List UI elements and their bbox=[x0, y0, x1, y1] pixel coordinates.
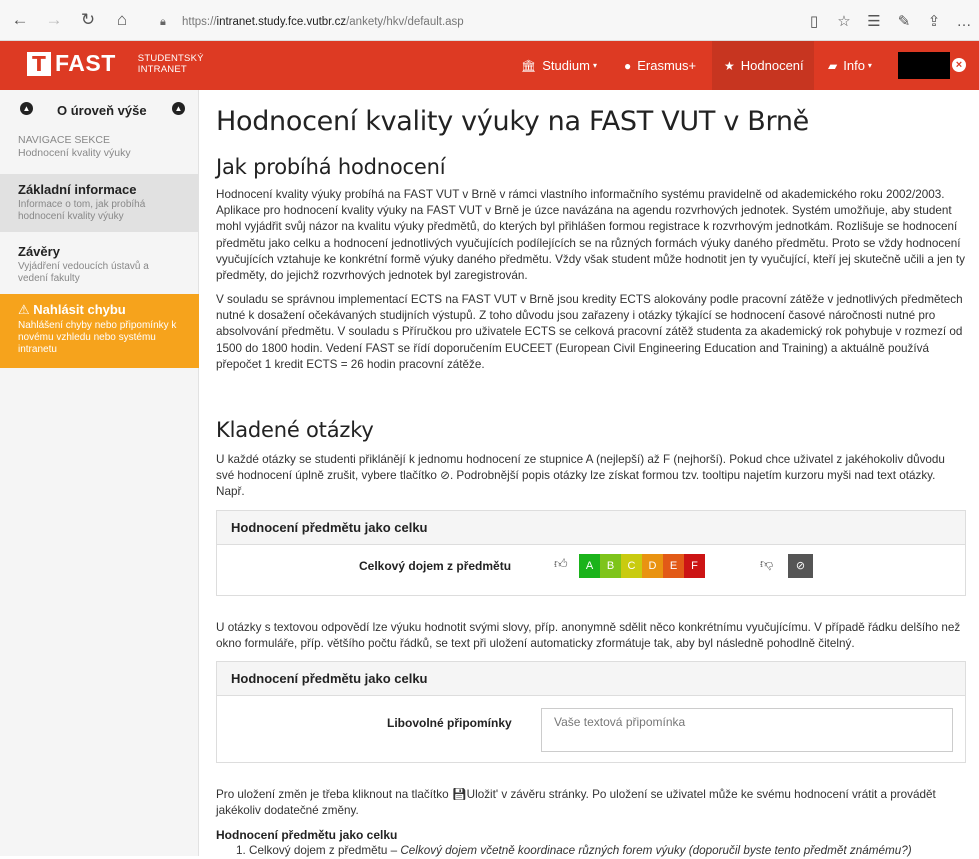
grade-f-button[interactable]: F bbox=[684, 554, 705, 578]
paragraph-intro: Hodnocení kvality výuky probíhá na FAST … bbox=[216, 188, 966, 283]
section-heading-questions: Kladené otázky bbox=[216, 418, 374, 442]
forward-icon[interactable]: → bbox=[40, 6, 68, 34]
star-icon: ★ bbox=[724, 58, 735, 73]
cancel-icon: ⊘ bbox=[440, 469, 450, 483]
example-panel-remark: Hodnocení předmětu jako celku Libovolné … bbox=[216, 661, 966, 763]
section-heading-process: Jak probíhá hodnocení bbox=[216, 155, 446, 179]
question-list-heading: Hodnocení předmětu jako celku bbox=[216, 828, 398, 842]
app-navbar: T FAST STUDENTSKÝ INTRANET 🏛︎ Studium ▾ ● … bbox=[0, 41, 979, 90]
globe-icon: ● bbox=[624, 58, 632, 73]
paragraph-ects: V souladu se správnou implementací ECTS … bbox=[216, 293, 963, 371]
url-prefix: https:// bbox=[182, 16, 217, 28]
more-icon[interactable]: … bbox=[949, 13, 979, 30]
panel-heading: Hodnocení předmětu jako celku bbox=[217, 511, 965, 545]
pen-icon[interactable]: ✎ bbox=[889, 12, 919, 30]
grade-e-button[interactable]: E bbox=[663, 554, 684, 578]
grade-c-button[interactable]: C bbox=[621, 554, 642, 578]
share-icon[interactable]: ⇪ bbox=[919, 12, 949, 30]
sidebar-section-title: NAVIGACE SEKCE Hodnocení kvality výuky bbox=[18, 134, 131, 159]
paragraph-scale: U každé otázky se studenti přiklánějí k … bbox=[216, 453, 945, 499]
page-title: Hodnocení kvality výuky na FAST VUT v Br… bbox=[216, 106, 809, 137]
question-list-item: 1. Celkový dojem z předmětu – Celkový do… bbox=[236, 844, 912, 857]
building-icon: 🏛︎ bbox=[521, 58, 537, 73]
sidebar-item-title: ⚠︎ Nahlásit chybu bbox=[18, 302, 126, 317]
logo-t-icon: T bbox=[27, 51, 51, 76]
thumbs-down-icon: 👎︎ bbox=[760, 556, 774, 571]
save-icon: 💾︎ bbox=[451, 788, 467, 801]
favorite-star-icon[interactable]: ☆ bbox=[829, 12, 859, 30]
url-host: intranet.study.fce.vutbr.cz bbox=[216, 16, 347, 28]
reading-view-icon[interactable]: ▯ bbox=[799, 12, 829, 30]
panel-heading: Hodnocení předmětu jako celku bbox=[217, 662, 965, 696]
nav-info[interactable]: ▰ Info ▾ bbox=[828, 41, 872, 90]
address-bar[interactable]: 🔒︎ https://intranet.study.fce.vutbr.cz/a… bbox=[160, 11, 760, 33]
question-label: Libovolné připomínky bbox=[387, 716, 512, 730]
back-icon[interactable]: ← bbox=[6, 6, 34, 34]
grade-buttons: A B C D E F bbox=[579, 554, 705, 578]
warning-icon: ⚠︎ bbox=[18, 302, 30, 317]
sidebar-item-desc: Nahlášení chyby nebo připomínky k novému… bbox=[18, 320, 177, 355]
sidebar-item-zakladni-informace[interactable]: Základní informace Informace o tom, jak … bbox=[0, 174, 199, 232]
nav-hodnoceni[interactable]: ★ Hodnocení bbox=[712, 41, 814, 90]
grade-d-button[interactable]: D bbox=[642, 554, 663, 578]
sidebar-up-label: O úroveň výše bbox=[57, 103, 147, 118]
thumbs-up-icon: 👍︎ bbox=[554, 556, 568, 571]
lock-icon: 🔒︎ bbox=[160, 15, 166, 28]
remark-textarea[interactable]: Vaše textová připomínka bbox=[541, 708, 953, 752]
sidebar-up-link[interactable]: ▲ O úroveň výše ▲ bbox=[0, 90, 199, 132]
sidebar-item-desc: Vyjádření vedoucích ústavů a vedení faku… bbox=[18, 261, 149, 284]
arrow-up-icon-right: ▲ bbox=[172, 102, 185, 115]
sidebar-item-title: Základní informace bbox=[18, 182, 137, 197]
book-icon: ▰ bbox=[828, 58, 838, 73]
grade-b-button[interactable]: B bbox=[600, 554, 621, 578]
logo-text: FAST bbox=[55, 50, 116, 76]
refresh-icon[interactable]: ↻ bbox=[74, 6, 102, 34]
home-icon[interactable]: ⌂ bbox=[108, 6, 136, 34]
question-label: Celkový dojem z předmětu bbox=[359, 559, 512, 573]
paragraph-text-answer: U otázky s textovou odpovědí lze výuku h… bbox=[216, 621, 961, 651]
nav-erasmus[interactable]: ● Erasmus+ bbox=[624, 41, 696, 90]
fast-logo[interactable]: T FAST STUDENTSKÝ INTRANET bbox=[27, 50, 204, 77]
url-path: /ankety/hkv/default.asp bbox=[346, 16, 464, 28]
arrow-up-icon: ▲ bbox=[20, 102, 33, 115]
nav-studium[interactable]: 🏛︎ Studium ▾ bbox=[521, 41, 597, 90]
grade-a-button[interactable]: A bbox=[579, 554, 600, 578]
sidebar-item-desc: Informace o tom, jak probíhá hodnocení k… bbox=[18, 199, 146, 222]
user-avatar[interactable] bbox=[898, 52, 950, 79]
sidebar-item-zavery[interactable]: Závěry Vyjádření vedoucích ústavů a vede… bbox=[0, 236, 199, 292]
favorites-list-icon[interactable]: ☰ bbox=[859, 12, 889, 30]
paragraph-save: Pro uložení změn je třeba kliknout na tl… bbox=[216, 788, 936, 818]
example-panel-grade: Hodnocení předmětu jako celku Celkový do… bbox=[216, 510, 966, 596]
sidebar: ▲ O úroveň výše ▲ NAVIGACE SEKCE Hodnoce… bbox=[0, 90, 199, 856]
logo-subtitle: STUDENTSKÝ INTRANET bbox=[137, 52, 204, 75]
clear-grade-button[interactable]: ⊘ bbox=[788, 554, 813, 578]
sidebar-item-title: Závěry bbox=[18, 244, 60, 259]
browser-toolbar: ← → ↻ ⌂ 🔒︎ https://intranet.study.fce.vu… bbox=[0, 0, 979, 41]
logout-icon[interactable]: × bbox=[952, 58, 966, 72]
sidebar-item-nahlasit-chybu[interactable]: ⚠︎ Nahlásit chybu Nahlášení chyby nebo p… bbox=[0, 294, 199, 368]
